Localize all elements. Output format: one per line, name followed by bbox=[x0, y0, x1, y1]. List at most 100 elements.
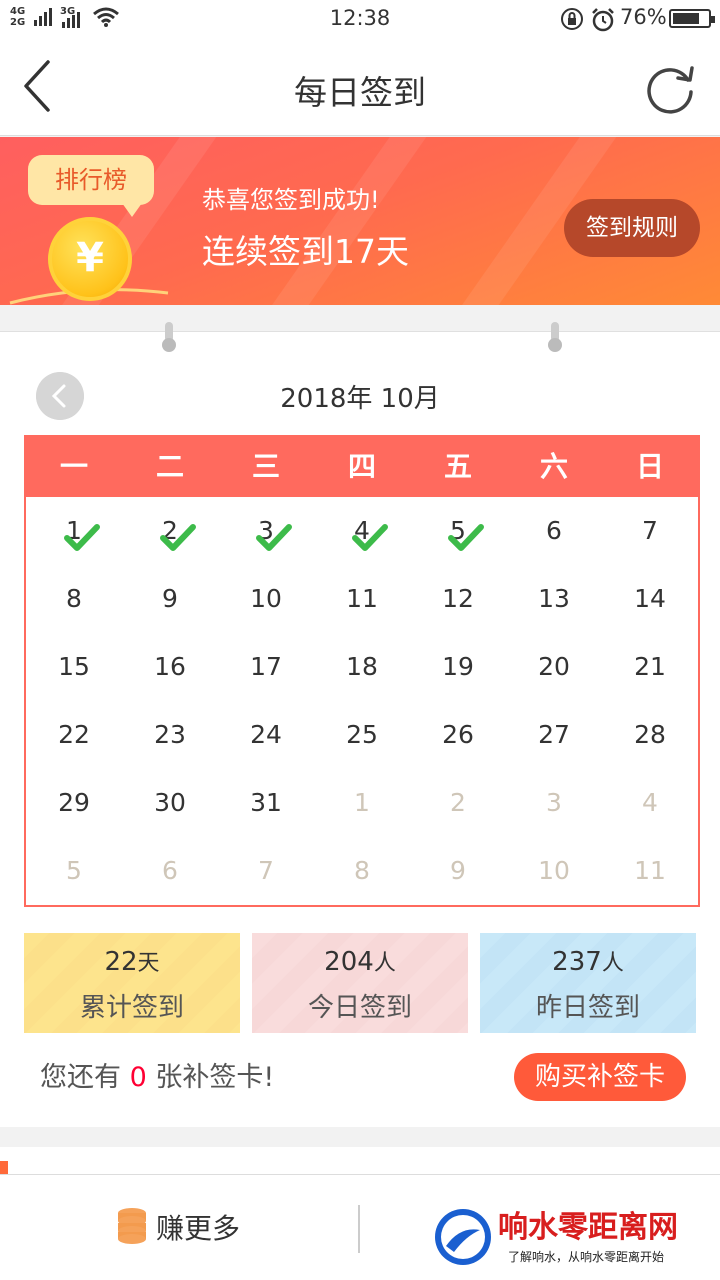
day-number: 21 bbox=[634, 652, 666, 681]
day-number: 29 bbox=[58, 788, 90, 817]
weekday-label: 一 bbox=[59, 450, 88, 483]
day-number: 15 bbox=[58, 652, 90, 681]
day-number: 30 bbox=[154, 788, 186, 817]
weekday-header: 一二三四五六日 bbox=[26, 437, 698, 497]
day-number: 9 bbox=[162, 584, 178, 613]
calendar-day[interactable]: 12 bbox=[410, 569, 506, 637]
day-number: 10 bbox=[250, 584, 282, 613]
weekday-label: 三 bbox=[251, 450, 280, 483]
calendar-day-other-month[interactable]: 1 bbox=[314, 773, 410, 841]
coins-stack-icon bbox=[118, 1208, 146, 1244]
calendar-day-other-month[interactable]: 8 bbox=[314, 841, 410, 909]
calendar-day[interactable]: 1 bbox=[26, 501, 122, 569]
calendar-day[interactable]: 11 bbox=[314, 569, 410, 637]
weekday-label: 六 bbox=[539, 450, 568, 483]
calendar-day[interactable]: 19 bbox=[410, 637, 506, 705]
battery-fill bbox=[673, 13, 699, 24]
weekday-label: 四 bbox=[347, 450, 376, 483]
calendar-day[interactable]: 31 bbox=[218, 773, 314, 841]
calendar-day[interactable]: 4 bbox=[314, 501, 410, 569]
calendar-day-other-month[interactable]: 7 bbox=[218, 841, 314, 909]
calendar-day-other-month[interactable]: 10 bbox=[506, 841, 602, 909]
leaderboard-badge[interactable]: 排行榜 bbox=[28, 155, 154, 217]
calendar-day[interactable]: 5 bbox=[410, 501, 506, 569]
calendar-day[interactable]: 13 bbox=[506, 569, 602, 637]
calendar-day[interactable]: 21 bbox=[602, 637, 698, 705]
calendar-day[interactable]: 23 bbox=[122, 705, 218, 773]
calendar-day[interactable]: 7 bbox=[602, 501, 698, 569]
calendar-day-other-month[interactable]: 4 bbox=[602, 773, 698, 841]
calendar-day-other-month[interactable]: 3 bbox=[506, 773, 602, 841]
calendar-day[interactable]: 10 bbox=[218, 569, 314, 637]
day-number: 9 bbox=[450, 856, 466, 885]
month-label: 2018年 10月 bbox=[280, 384, 440, 414]
day-number: 10 bbox=[538, 856, 570, 885]
day-number: 20 bbox=[538, 652, 570, 681]
calendar-day[interactable]: 20 bbox=[506, 637, 602, 705]
calendar-day-other-month[interactable]: 11 bbox=[602, 841, 698, 909]
calendar-day[interactable]: 18 bbox=[314, 637, 410, 705]
calendar-day[interactable]: 6 bbox=[506, 501, 602, 569]
stat-label: 累计签到 bbox=[79, 993, 184, 1023]
day-number: 27 bbox=[538, 720, 570, 749]
day-number: 13 bbox=[538, 584, 570, 613]
total-sign-in-stat: 22天 累计签到 bbox=[24, 933, 240, 1033]
refresh-button[interactable] bbox=[642, 60, 698, 116]
day-number: 25 bbox=[346, 720, 378, 749]
day-number: 22 bbox=[58, 720, 90, 749]
calendar-day[interactable]: 16 bbox=[122, 637, 218, 705]
calendar-day[interactable]: 30 bbox=[122, 773, 218, 841]
calendar-day-other-month[interactable]: 2 bbox=[410, 773, 506, 841]
calendar-day-other-month[interactable]: 9 bbox=[410, 841, 506, 909]
day-number: 18 bbox=[346, 652, 378, 681]
stat-value: 204 bbox=[324, 947, 374, 977]
battery-icon bbox=[669, 9, 715, 28]
day-number: 1 bbox=[354, 788, 370, 817]
calendar-day[interactable]: 28 bbox=[602, 705, 698, 773]
day-number: 5 bbox=[66, 856, 82, 885]
calendar-day[interactable]: 29 bbox=[26, 773, 122, 841]
makeup-card-info: 您还有 0 张补签卡! bbox=[40, 1062, 275, 1093]
calendar-day[interactable]: 27 bbox=[506, 705, 602, 773]
calendar-day[interactable]: 14 bbox=[602, 569, 698, 637]
calendar-day-other-month[interactable]: 5 bbox=[26, 841, 122, 909]
day-number: 7 bbox=[258, 856, 274, 885]
weekday-label: 二 bbox=[155, 450, 184, 483]
calendar-day-other-month[interactable]: 6 bbox=[122, 841, 218, 909]
earn-more-button[interactable]: 赚更多 bbox=[156, 1207, 240, 1247]
day-number: 17 bbox=[250, 652, 282, 681]
calendar-day[interactable]: 22 bbox=[26, 705, 122, 773]
day-number: 23 bbox=[154, 720, 186, 749]
calendar-day[interactable]: 8 bbox=[26, 569, 122, 637]
battery-percent: 76% bbox=[620, 5, 667, 29]
binder-ring-left bbox=[162, 322, 176, 356]
calendar-day[interactable]: 3 bbox=[218, 501, 314, 569]
divider bbox=[358, 1205, 360, 1253]
day-number: 3 bbox=[546, 788, 562, 817]
stat-unit: 天 bbox=[137, 951, 160, 976]
calendar-day[interactable]: 17 bbox=[218, 637, 314, 705]
day-number: 4 bbox=[642, 788, 658, 817]
calendar-day[interactable]: 24 bbox=[218, 705, 314, 773]
calendar-day[interactable]: 15 bbox=[26, 637, 122, 705]
day-number: 14 bbox=[634, 584, 666, 613]
sign-in-banner: 排行榜 ¥ 恭喜您签到成功! 连续签到17天 签到规则 bbox=[0, 137, 720, 305]
site-logo-icon bbox=[435, 1209, 491, 1265]
sign-in-rules-button[interactable]: 签到规则 bbox=[564, 199, 700, 257]
weekday-label: 日 bbox=[635, 450, 664, 483]
day-number: 26 bbox=[442, 720, 474, 749]
stat-unit: 人 bbox=[601, 951, 624, 976]
day-number: 19 bbox=[442, 652, 474, 681]
stat-label: 昨日签到 bbox=[535, 993, 640, 1023]
binder-ring-right bbox=[548, 322, 562, 356]
buy-makeup-card-button[interactable]: 购买补签卡 bbox=[514, 1053, 686, 1101]
day-number: 11 bbox=[634, 856, 666, 885]
checkmark-icon bbox=[256, 524, 292, 551]
calendar-day[interactable]: 26 bbox=[410, 705, 506, 773]
watermark-slogan: 了解响水，从响水零距离开始 bbox=[508, 1250, 665, 1264]
day-number: 8 bbox=[354, 856, 370, 885]
checkmark-icon bbox=[160, 524, 196, 551]
calendar-day[interactable]: 2 bbox=[122, 501, 218, 569]
calendar-day[interactable]: 25 bbox=[314, 705, 410, 773]
calendar-day[interactable]: 9 bbox=[122, 569, 218, 637]
